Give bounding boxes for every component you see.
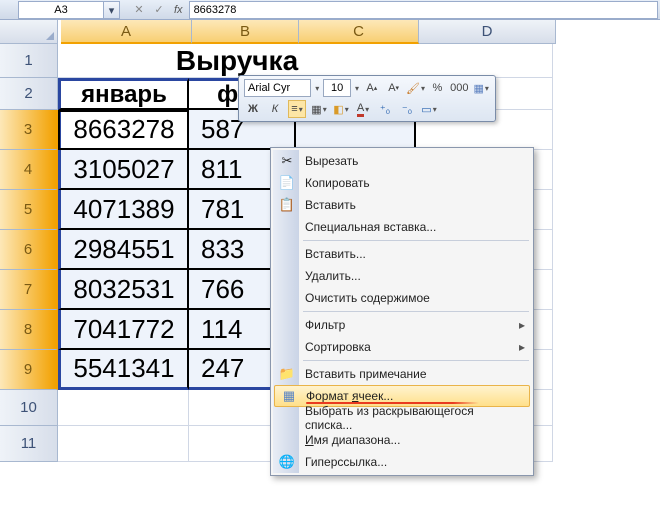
formula-input[interactable]: 8663278 xyxy=(189,1,658,19)
ctx-filter[interactable]: Фильтр ▸ xyxy=(273,314,531,336)
increase-decimal-icon[interactable]: ⁺₀ xyxy=(376,100,394,118)
cell-A9[interactable]: 5541341 xyxy=(58,350,189,390)
row-header-8[interactable]: 8 xyxy=(0,310,58,350)
ctx-paste-special[interactable]: Специальная вставка... xyxy=(273,216,531,238)
row-header-6[interactable]: 6 xyxy=(0,230,58,270)
row-header-11[interactable]: 11 xyxy=(0,426,58,462)
format-cells-icon: ▦ xyxy=(280,387,298,405)
col-header-C[interactable]: C xyxy=(299,20,419,44)
col-header-A[interactable]: A xyxy=(61,20,192,44)
column-headers: A B C D xyxy=(61,20,556,44)
submenu-arrow-icon: ▸ xyxy=(519,318,525,332)
cell-A6[interactable]: 2984551 xyxy=(58,230,189,270)
cell-D1[interactable] xyxy=(416,44,553,78)
context-menu: ✂ Вырезать 📄 Копировать 📋 Вставить Специ… xyxy=(270,147,534,476)
row-header-5[interactable]: 5 xyxy=(0,190,58,230)
ctx-copy[interactable]: 📄 Копировать xyxy=(273,172,531,194)
borders-button[interactable]: ▦ xyxy=(310,100,328,118)
ctx-pick-from-list[interactable]: Выбрать из раскрывающегося списка... xyxy=(273,407,531,429)
hyperlink-icon: 🌐 xyxy=(278,453,296,471)
bold-button[interactable]: Ж xyxy=(244,100,262,118)
comment-icon: 📁 xyxy=(278,365,296,383)
name-box[interactable]: A3 xyxy=(18,1,104,19)
row-header-2[interactable]: 2 xyxy=(0,78,58,110)
col-header-B[interactable]: B xyxy=(192,20,299,44)
accept-formula-icon: ✓ xyxy=(150,2,168,18)
ctx-paste[interactable]: 📋 Вставить xyxy=(273,194,531,216)
ctx-hyperlink[interactable]: 🌐 Гиперссылка... xyxy=(273,451,531,473)
ctx-delete[interactable]: Удалить... xyxy=(273,265,531,287)
format-painter-icon[interactable]: 🖌 xyxy=(407,79,425,97)
col-header-D[interactable]: D xyxy=(419,20,556,44)
cell-A8[interactable]: 7041772 xyxy=(58,310,189,350)
scissors-icon: ✂ xyxy=(278,152,296,170)
ctx-name-range[interactable]: Имя диапазона... xyxy=(273,429,531,451)
header-january[interactable]: январь xyxy=(58,78,189,110)
row-header-3[interactable]: 3 xyxy=(0,110,58,150)
number-format-icon[interactable]: ▦ xyxy=(472,79,490,97)
decrease-decimal-icon[interactable]: ⁻₀ xyxy=(398,100,416,118)
ctx-insert[interactable]: Вставить... xyxy=(273,243,531,265)
row-header-4[interactable]: 4 xyxy=(0,150,58,190)
submenu-arrow-icon: ▸ xyxy=(519,340,525,354)
cell-A10[interactable] xyxy=(58,390,189,426)
fx-icon[interactable]: fx xyxy=(174,4,183,16)
font-family-combo[interactable]: Arial Cyr xyxy=(244,79,311,97)
cell-A7[interactable]: 8032531 xyxy=(58,270,189,310)
comma-style-icon[interactable]: 000 xyxy=(450,79,468,97)
paste-icon: 📋 xyxy=(278,196,296,214)
merge-cells-icon[interactable]: ▭ xyxy=(420,100,438,118)
percent-style-icon[interactable]: % xyxy=(429,79,447,97)
title-cell[interactable]: Выручка xyxy=(58,44,416,78)
select-all-corner[interactable] xyxy=(0,20,58,44)
copy-icon: 📄 xyxy=(278,174,296,192)
fill-color-button[interactable]: ◧ xyxy=(332,100,350,118)
formula-bar: A3 ▾ ✕ ✓ fx 8663278 xyxy=(0,0,660,20)
row-header-7[interactable]: 7 xyxy=(0,270,58,310)
cell-A11[interactable] xyxy=(58,426,189,462)
cancel-formula-icon: ✕ xyxy=(130,2,148,18)
name-box-dropdown[interactable]: ▾ xyxy=(104,1,120,19)
cell-A4[interactable]: 3105027 xyxy=(58,150,189,190)
row-header-1[interactable]: 1 xyxy=(0,44,58,78)
ctx-cut[interactable]: ✂ Вырезать xyxy=(273,150,531,172)
ctx-clear[interactable]: Очистить содержимое xyxy=(273,287,531,309)
grow-font-icon[interactable]: A▴ xyxy=(363,79,381,97)
cell-A5[interactable]: 4071389 xyxy=(58,190,189,230)
row-header-9[interactable]: 9 xyxy=(0,350,58,390)
font-color-button[interactable]: A xyxy=(354,100,372,118)
mini-toolbar: Arial Cyr ▾ 10 ▾ A▴ A▾ 🖌 % 000 ▦ Ж К ≡ ▦… xyxy=(238,75,496,122)
ctx-sort[interactable]: Сортировка ▸ xyxy=(273,336,531,358)
italic-button[interactable]: К xyxy=(266,100,284,118)
shrink-font-icon[interactable]: A▾ xyxy=(385,79,403,97)
row-header-10[interactable]: 10 xyxy=(0,390,58,426)
font-size-combo[interactable]: 10 xyxy=(323,79,351,97)
center-align-button[interactable]: ≡ xyxy=(288,100,306,118)
ctx-insert-comment[interactable]: 📁 Вставить примечание xyxy=(273,363,531,385)
cell-A3[interactable]: 8663278 xyxy=(58,110,189,150)
